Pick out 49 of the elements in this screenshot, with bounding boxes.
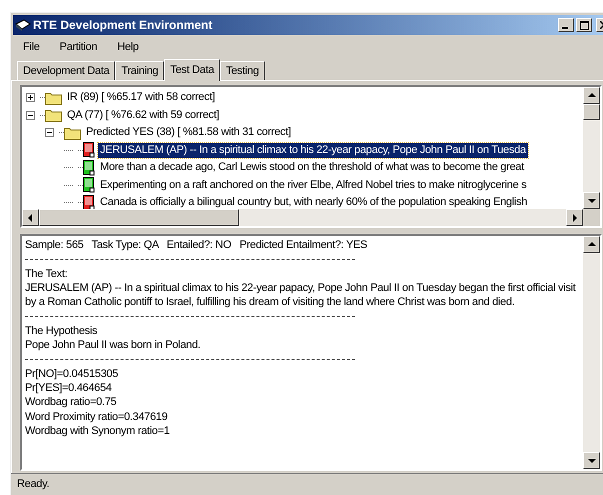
- minimize-icon: [562, 27, 570, 29]
- detail-text: Word Proximity ratio=0.347619: [25, 410, 168, 424]
- scroll-right-button[interactable]: [566, 209, 583, 226]
- detail-text: Pr[YES]=0.464654: [25, 380, 113, 396]
- tab[interactable]: Development Data: [17, 61, 116, 80]
- tree-item[interactable]: JERUSALEM (AP) -- In a spiritual climax to his 22-year papacy, Pope John Paul II on Tuesda: [98, 142, 528, 158]
- folder-icon: [64, 126, 81, 140]
- menu-item[interactable]: Partition: [60, 38, 98, 56]
- detail-text: The Hypothesis: [25, 324, 98, 338]
- status-text: Ready.: [17, 477, 50, 492]
- scroll-down-button[interactable]: [583, 452, 600, 469]
- detail-text: Wordbag ratio=0.75: [25, 395, 118, 410]
- tree-item[interactable]: IR (89) [ %65.17 with 58 correct]: [65, 90, 217, 106]
- menu-item[interactable]: Help: [117, 38, 139, 56]
- tree-item[interactable]: Canada is officially a bilingual country but, with nearly 60% of the population speaking English: [98, 195, 530, 209]
- scroll-thumb[interactable]: [583, 104, 600, 120]
- horizontal-scrollbar[interactable]: [22, 209, 583, 226]
- scroll-up-button[interactable]: [583, 87, 600, 104]
- window-title: RTE Development Environment: [33, 17, 212, 34]
- folder-icon: [45, 90, 62, 105]
- scrollbar-corner: [583, 209, 600, 226]
- expand-icon[interactable]: [26, 93, 35, 102]
- detail-text: Wordbag with Synonym ratio=1: [25, 424, 171, 438]
- collapse-icon[interactable]: [45, 128, 54, 138]
- tree-item[interactable]: More than a decade ago, Carl Lewis stood on the threshold of what was to become the great: [98, 160, 526, 176]
- tree-item[interactable]: QA (77) [ %76.62 with 59 correct]: [65, 108, 222, 123]
- maximize-icon: [580, 20, 588, 30]
- detail-text: Pope John Paul II was born in Poland.: [25, 338, 202, 352]
- folder-icon: [45, 108, 62, 122]
- app-icon: [15, 18, 31, 32]
- maximize-button[interactable]: [576, 18, 592, 32]
- tab[interactable]: Test Data: [164, 59, 220, 81]
- tree-item[interactable]: Experimenting on a raft anchored on the river Elbe, Alfred Nobel tries to make nitroglycerine s: [98, 178, 528, 193]
- detail-text: Sample: 565 Task Type: QA Entailed?: NO Predicted Entailment?: YES: [25, 238, 368, 252]
- vertical-scrollbar[interactable]: [583, 87, 600, 209]
- tab[interactable]: Testing: [220, 61, 265, 80]
- scroll-left-button[interactable]: [22, 209, 39, 226]
- scroll-down-button[interactable]: [583, 192, 600, 209]
- vertical-scrollbar[interactable]: [583, 236, 600, 469]
- tab[interactable]: Training: [115, 61, 164, 80]
- minimize-button[interactable]: [558, 18, 574, 32]
- collapse-icon[interactable]: [26, 110, 35, 120]
- tree-item[interactable]: Predicted YES (38) [ %81.58 with 31 correct]: [84, 125, 293, 140]
- detail-text: JERUSALEM (AP) -- In a spiritual climax to his 22-year papacy, Pope John Paul II on Tuesday began the first official visit by a Roman Catholic pontiff to Israel, fulfilling his dream of visiting the land where Christ was born and died.: [25, 280, 577, 310]
- detail-text: The Text:: [25, 266, 68, 281]
- scroll-thumb[interactable]: [39, 209, 239, 226]
- scroll-up-button[interactable]: [583, 236, 600, 253]
- detail-text: Pr[NO]=0.04515305: [25, 366, 120, 381]
- menu-item[interactable]: File: [23, 38, 40, 56]
